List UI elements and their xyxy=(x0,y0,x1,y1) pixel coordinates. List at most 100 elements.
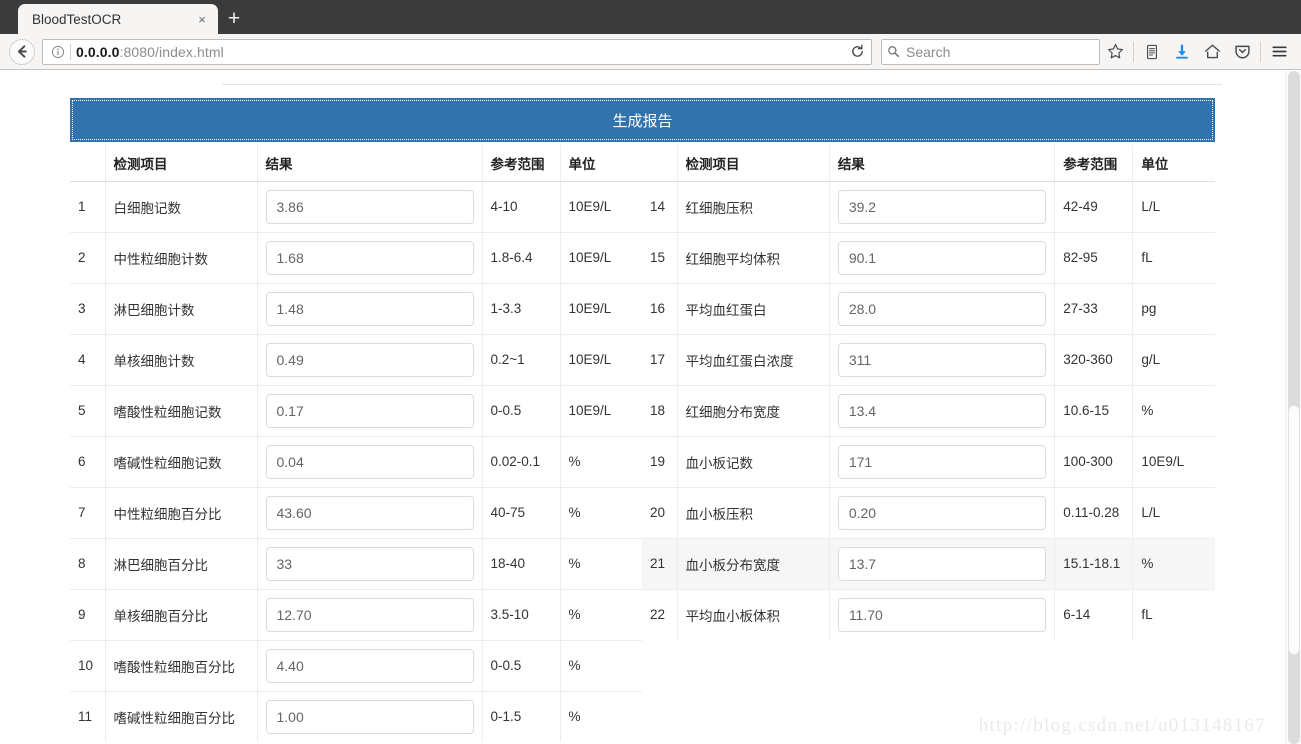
reference-range: 0.11-0.28 xyxy=(1054,486,1134,538)
search-input[interactable]: Search xyxy=(906,44,950,60)
test-item-name: 嗜碱性粒细胞百分比 xyxy=(105,690,258,742)
result-cell xyxy=(829,486,1056,538)
result-input[interactable] xyxy=(265,393,474,428)
result-input[interactable] xyxy=(265,495,474,530)
result-input[interactable] xyxy=(837,342,1046,377)
col-test-item: 检测项目 xyxy=(105,145,258,182)
download-icon[interactable] xyxy=(1167,37,1197,67)
reference-range: 0-0.5 xyxy=(482,639,561,691)
table-row: 17平均血红蛋白浓度 320-360g/L xyxy=(642,333,1215,385)
result-input[interactable] xyxy=(837,597,1046,632)
result-input[interactable] xyxy=(265,699,474,734)
col-index xyxy=(70,145,106,182)
table-row: 19血小板记数 100-30010E9/L xyxy=(642,435,1215,487)
result-cell xyxy=(829,384,1056,436)
search-bar[interactable]: Search xyxy=(881,38,1100,65)
reload-icon[interactable] xyxy=(845,40,869,64)
result-input[interactable] xyxy=(837,546,1046,581)
toolbar-divider-2 xyxy=(1260,41,1261,62)
row-index: 8 xyxy=(70,537,106,589)
info-icon[interactable] xyxy=(47,41,69,63)
row-index: 5 xyxy=(70,384,106,436)
row-index: 18 xyxy=(642,384,678,436)
test-item-name: 嗜酸性粒细胞记数 xyxy=(105,384,258,436)
test-item-name: 血小板分布宽度 xyxy=(677,537,830,589)
result-input[interactable] xyxy=(265,291,474,326)
library-icon[interactable] xyxy=(1137,37,1167,67)
reference-range: 42-49 xyxy=(1054,180,1134,232)
result-cell xyxy=(257,282,483,334)
tab-title: BloodTestOCR xyxy=(32,11,122,27)
reference-range: 100-300 xyxy=(1054,435,1134,487)
result-cell xyxy=(257,333,483,385)
unit: % xyxy=(560,435,642,487)
test-item-name: 平均血红蛋白浓度 xyxy=(677,333,830,385)
result-input[interactable] xyxy=(265,597,474,632)
table-row: 5嗜酸性粒细胞记数 0-0.510E9/L xyxy=(70,384,642,436)
test-item-name: 红细胞平均体积 xyxy=(677,231,830,283)
row-index: 1 xyxy=(70,180,106,232)
right-results-table: 检测项目 结果 参考范围 单位 14红细胞压积42-49L/L15红细胞平均体积… xyxy=(642,145,1215,640)
result-cell xyxy=(829,282,1056,334)
test-item-name: 单核细胞百分比 xyxy=(105,588,258,640)
row-index: 22 xyxy=(642,588,678,640)
test-item-name: 红细胞压积 xyxy=(677,180,830,232)
reference-range: 320-360 xyxy=(1054,333,1134,385)
table-row: 16平均血红蛋白 27-33pg xyxy=(642,282,1215,334)
generate-report-button[interactable]: 生成报告 xyxy=(70,98,1215,142)
result-input[interactable] xyxy=(837,495,1046,530)
result-cell xyxy=(829,537,1056,589)
test-item-name: 红细胞分布宽度 xyxy=(677,384,830,436)
unit: fL xyxy=(1132,231,1215,283)
reference-range: 1.8-6.4 xyxy=(482,231,561,283)
result-cell xyxy=(829,180,1056,232)
home-icon[interactable] xyxy=(1197,37,1227,67)
test-item-name: 血小板压积 xyxy=(677,486,830,538)
result-input[interactable] xyxy=(265,546,474,581)
test-item-name: 平均血红蛋白 xyxy=(677,282,830,334)
result-input[interactable] xyxy=(265,444,474,479)
unit: 10E9/L xyxy=(560,333,642,385)
result-input[interactable] xyxy=(265,189,474,224)
pocket-icon[interactable] xyxy=(1227,37,1257,67)
result-input[interactable] xyxy=(837,240,1046,275)
result-input[interactable] xyxy=(265,342,474,377)
hamburger-menu-icon[interactable] xyxy=(1264,37,1294,67)
star-icon[interactable] xyxy=(1100,37,1130,67)
right-table-body: 14红细胞压积42-49L/L15红细胞平均体积82-95fL16平均血红蛋白2… xyxy=(642,180,1215,640)
new-tab-button[interactable]: + xyxy=(218,4,250,34)
close-icon[interactable]: × xyxy=(194,11,210,27)
result-input[interactable] xyxy=(837,189,1046,224)
unit: % xyxy=(1132,537,1215,589)
unit: 10E9/L xyxy=(560,384,642,436)
result-input[interactable] xyxy=(837,444,1046,479)
top-divider xyxy=(222,84,1222,85)
reference-range: 27-33 xyxy=(1054,282,1134,334)
reference-range: 10.6-15 xyxy=(1054,384,1134,436)
browser-tab-bloodtestocr[interactable]: BloodTestOCR × xyxy=(18,4,218,34)
unit: % xyxy=(560,639,642,691)
reference-range: 0.02-0.1 xyxy=(482,435,561,487)
browser-window: BloodTestOCR × + 0.0.0.0:8080/index.html xyxy=(0,0,1301,744)
url-bar[interactable]: 0.0.0.0:8080/index.html xyxy=(42,38,872,65)
row-index: 7 xyxy=(70,486,106,538)
unit: % xyxy=(1132,384,1215,436)
row-index: 10 xyxy=(70,639,106,691)
table-row: 3淋巴细胞计数 1-3.310E9/L xyxy=(70,282,642,334)
unit: % xyxy=(560,690,642,742)
row-index: 14 xyxy=(642,180,678,232)
vertical-scrollbar[interactable] xyxy=(1285,71,1301,744)
result-input[interactable] xyxy=(265,240,474,275)
unit: 10E9/L xyxy=(1132,435,1215,487)
table-row: 18红细胞分布宽度 10.6-15% xyxy=(642,384,1215,436)
result-input[interactable] xyxy=(837,291,1046,326)
result-input[interactable] xyxy=(265,648,474,683)
table-row: 8淋巴细胞百分比 18-40% xyxy=(70,537,642,589)
back-arrow-icon[interactable] xyxy=(9,38,35,65)
reference-range: 15.1-18.1 xyxy=(1054,537,1134,589)
result-input[interactable] xyxy=(837,393,1046,428)
search-icon xyxy=(887,45,900,58)
scrollbar-thumb[interactable] xyxy=(1288,405,1300,655)
unit: 10E9/L xyxy=(560,282,642,334)
col-result: 结果 xyxy=(257,145,483,182)
